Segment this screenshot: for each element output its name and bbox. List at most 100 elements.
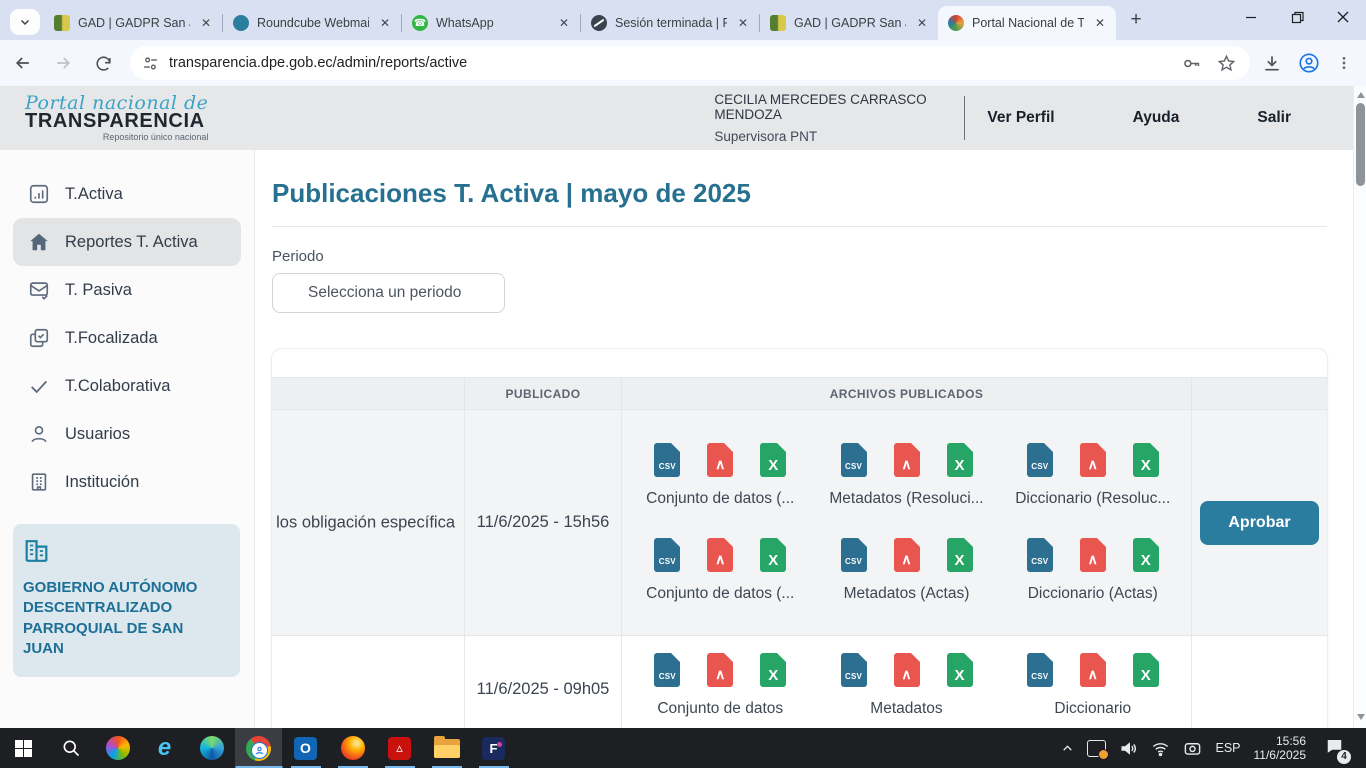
reload-button[interactable] — [86, 46, 120, 80]
pdf-file-icon[interactable]: ∧ — [894, 538, 920, 572]
restore-button[interactable] — [1274, 0, 1320, 34]
wifi-icon[interactable] — [1151, 739, 1170, 758]
pdf-file-icon[interactable]: ∧ — [894, 443, 920, 477]
scrollbar-thumb[interactable] — [1356, 103, 1365, 186]
ver-perfil-link[interactable]: Ver Perfil — [987, 109, 1054, 127]
sidebar-item-label: Institución — [65, 473, 139, 492]
report-name-cell: los obligación específica — [272, 409, 465, 635]
excel-file-icon[interactable]: X — [1133, 538, 1159, 572]
tab-sesion-terminada[interactable]: Sesión terminada | Pa ✕ — [581, 6, 759, 40]
excel-file-icon[interactable]: X — [947, 443, 973, 477]
period-select[interactable]: Selecciona un periodo — [272, 273, 505, 313]
taskbar-chrome-button[interactable] — [235, 728, 282, 768]
pdf-file-icon[interactable]: ∧ — [894, 653, 920, 687]
volume-icon[interactable] — [1119, 739, 1138, 758]
csv-file-icon[interactable]: CSV — [654, 653, 680, 687]
taskbar-app-f-button[interactable]: F — [470, 728, 517, 768]
tray-app-notification-icon[interactable] — [1087, 740, 1106, 757]
close-tab-icon[interactable]: ✕ — [556, 15, 572, 31]
excel-file-icon[interactable]: X — [760, 443, 786, 477]
close-tab-icon[interactable]: ✕ — [1092, 15, 1108, 31]
excel-file-icon[interactable]: X — [947, 653, 973, 687]
pdf-file-icon[interactable]: ∧ — [707, 538, 733, 572]
taskbar-search-button[interactable] — [47, 728, 94, 768]
sidebar-item-t-activa[interactable]: T.Activa — [13, 170, 241, 218]
chevron-down-icon — [19, 16, 31, 28]
forward-button[interactable] — [46, 46, 80, 80]
excel-file-icon[interactable]: X — [760, 653, 786, 687]
menu-dots-icon[interactable] — [1336, 55, 1352, 71]
sidebar-item-t-focalizada[interactable]: T.Focalizada — [13, 314, 241, 362]
tab-search-button[interactable] — [10, 9, 40, 35]
page-scrollbar[interactable] — [1353, 86, 1366, 728]
pdf-file-icon[interactable]: ∧ — [1080, 538, 1106, 572]
published-cell: 11/6/2025 - 09h05 — [465, 635, 622, 728]
site-info-icon[interactable] — [142, 55, 159, 72]
csv-file-icon[interactable]: CSV — [654, 443, 680, 477]
scroll-up-arrow[interactable] — [1354, 88, 1366, 102]
sidebar-item-reportes-t-activa[interactable]: Reportes T. Activa — [13, 218, 241, 266]
minimize-button[interactable] — [1228, 0, 1274, 34]
close-tab-icon[interactable]: ✕ — [914, 15, 930, 31]
ayuda-link[interactable]: Ayuda — [1133, 109, 1180, 127]
tab-gad-1[interactable]: GAD | GADPR San Jua ✕ — [44, 6, 222, 40]
excel-file-icon[interactable]: X — [1133, 653, 1159, 687]
profile-avatar-icon[interactable] — [1298, 52, 1320, 74]
back-button[interactable] — [6, 46, 40, 80]
close-window-button[interactable] — [1320, 0, 1366, 34]
taskbar-outlook-button[interactable]: O — [282, 728, 329, 768]
url-text[interactable]: transparencia.dpe.gob.ec/admin/reports/a… — [169, 55, 1180, 71]
address-bar[interactable]: transparencia.dpe.gob.ec/admin/reports/a… — [130, 46, 1250, 80]
tab-gad-2[interactable]: GAD | GADPR San Jua ✕ — [760, 6, 938, 40]
action-center-button[interactable]: 4 — [1325, 737, 1344, 760]
sidebar-item-usuarios[interactable]: Usuarios — [13, 410, 241, 458]
language-indicator[interactable]: ESP — [1215, 741, 1240, 755]
close-tab-icon[interactable]: ✕ — [198, 15, 214, 31]
close-tab-icon[interactable]: ✕ — [377, 15, 393, 31]
excel-file-icon[interactable]: X — [947, 538, 973, 572]
start-button[interactable] — [0, 728, 47, 768]
institution-card[interactable]: GOBIERNO AUTÓNOMO DESCENTRALIZADO PARROQ… — [13, 524, 240, 677]
csv-file-icon[interactable]: CSV — [841, 538, 867, 572]
csv-file-icon[interactable]: CSV — [841, 443, 867, 477]
csv-file-icon[interactable]: CSV — [1027, 538, 1053, 572]
taskbar-copilot-button[interactable] — [94, 728, 141, 768]
salir-link[interactable]: Salir — [1257, 109, 1291, 127]
close-tab-icon[interactable]: ✕ — [735, 15, 751, 31]
clock[interactable]: 15:56 11/6/2025 — [1254, 734, 1307, 762]
aprobar-button[interactable]: Aprobar — [1200, 501, 1319, 545]
page-viewport: Portal nacional de TRANSPARENCIA Reposit… — [0, 86, 1366, 728]
csv-file-icon[interactable]: CSV — [1027, 653, 1053, 687]
taskbar-ie-button[interactable]: e — [141, 728, 188, 768]
pdf-file-icon[interactable]: ∧ — [1080, 443, 1106, 477]
tab-title: Roundcube Webmail — [257, 16, 369, 30]
csv-file-icon[interactable]: CSV — [841, 653, 867, 687]
tab-portal-nacional-active[interactable]: Portal Nacional de Tra ✕ — [938, 6, 1116, 40]
pdf-file-icon[interactable]: ∧ — [1080, 653, 1106, 687]
tab-roundcube[interactable]: Roundcube Webmail ✕ — [223, 6, 401, 40]
excel-file-icon[interactable]: X — [1133, 443, 1159, 477]
sidebar-item-institucion[interactable]: Institución — [13, 458, 241, 506]
bookmark-star-icon[interactable] — [1217, 54, 1236, 73]
file-group: CSV ∧ X Conjunto de datos — [632, 653, 808, 718]
excel-file-icon[interactable]: X — [760, 538, 786, 572]
tray-expand-icon[interactable] — [1061, 742, 1074, 755]
sidebar-item-t-colaborativa[interactable]: T.Colaborativa — [13, 362, 241, 410]
taskbar-edge-button[interactable] — [188, 728, 235, 768]
sidebar-item-t-pasiva[interactable]: T. Pasiva — [13, 266, 241, 314]
taskbar-acrobat-button[interactable]: ▵ — [376, 728, 423, 768]
published-cell: 11/6/2025 - 15h56 — [465, 409, 622, 635]
csv-file-icon[interactable]: CSV — [1027, 443, 1053, 477]
new-tab-button[interactable]: + — [1122, 6, 1150, 34]
scroll-down-arrow[interactable] — [1354, 710, 1366, 724]
pdf-file-icon[interactable]: ∧ — [707, 653, 733, 687]
taskbar-explorer-button[interactable] — [423, 728, 470, 768]
browser-window: GAD | GADPR San Jua ✕ Roundcube Webmail … — [0, 0, 1366, 768]
passkey-icon[interactable] — [1180, 53, 1201, 74]
tab-whatsapp[interactable]: ☎ WhatsApp ✕ — [402, 6, 580, 40]
pdf-file-icon[interactable]: ∧ — [707, 443, 733, 477]
csv-file-icon[interactable]: CSV — [654, 538, 680, 572]
meet-now-icon[interactable] — [1183, 739, 1202, 758]
taskbar-firefox-button[interactable] — [329, 728, 376, 768]
downloads-icon[interactable] — [1262, 53, 1282, 73]
